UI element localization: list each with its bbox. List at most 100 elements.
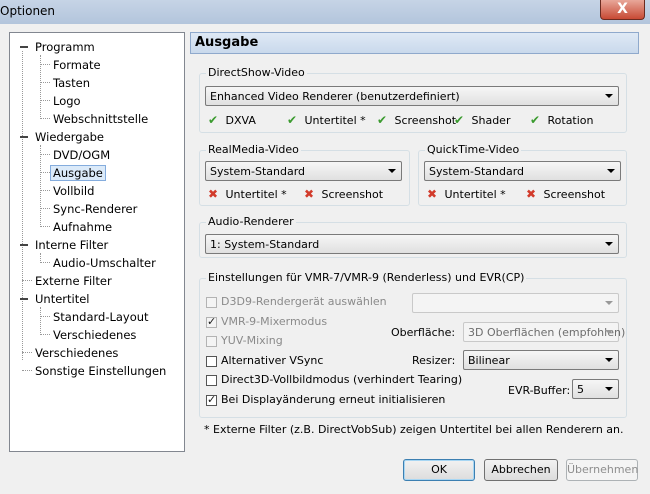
audio-renderer-group: Audio-Renderer 1: System-Standard [199,215,627,258]
close-icon: X [617,1,628,17]
audio-renderer-group-label: Audio-Renderer [206,215,296,228]
check-icon: ✔ [530,113,541,127]
feature-label: Rotation [547,114,594,127]
collapse-icon[interactable] [20,43,28,51]
feature-rotation: ✔ Rotation [530,113,594,127]
d3d9-device-select[interactable] [412,293,619,313]
evr-buffer-value: 5 [577,383,584,396]
resizer-value: Bilinear [468,354,510,367]
tree-item-standard-layout[interactable]: Standard-Layout [53,309,149,325]
tree-item-untertitel-verschiedenes[interactable]: Verschiedenes [53,327,136,343]
cancel-button[interactable]: Abbrechen [484,459,558,481]
feature-label: Untertitel * [225,188,287,201]
collapse-icon[interactable] [20,133,28,141]
feature-label: Screenshot [321,188,384,201]
title-bar: Optionen X [0,0,650,24]
vmr-settings-group-label: Einstellungen für VMR-7/VMR-9 (Renderles… [206,271,527,284]
chevron-down-icon [388,169,396,173]
feature-screenshot: ✔ Screenshot [377,113,456,127]
page-header: Ausgabe [190,32,639,54]
feature-label: DXVA [225,114,256,127]
quicktime-feature-screenshot: ✖ Screenshot [526,187,605,201]
chevron-down-icon [607,169,615,173]
cross-icon: ✖ [526,187,537,201]
window-title: Optionen [0,4,56,18]
resizer-label: Resizer: [412,354,456,367]
cross-icon: ✖ [208,187,219,201]
vmr-settings-group: Einstellungen für VMR-7/VMR-9 (Renderles… [199,271,627,418]
surface-value: 3D Oberflächen (empfohlen) [468,326,626,339]
tree-item-formate[interactable]: Formate [53,57,101,73]
ok-button[interactable]: OK [403,459,475,481]
chevron-down-icon [605,358,613,362]
chevron-down-icon [605,330,613,334]
surface-label: Oberfläche: [391,326,456,339]
collapse-icon[interactable] [20,295,28,303]
close-button[interactable]: X [600,0,645,20]
tree-item-verschiedenes[interactable]: Verschiedenes [35,345,118,361]
tree-item-vollbild[interactable]: Vollbild [53,183,94,199]
audio-renderer-select[interactable]: 1: System-Standard [205,234,619,254]
collapse-icon[interactable] [20,241,28,249]
tree-item-logo[interactable]: Logo [53,93,81,109]
quicktime-renderer-select[interactable]: System-Standard [424,161,621,181]
tree-item-webschnittstelle[interactable]: Webschnittstelle [53,111,148,127]
quicktime-group-label: QuickTime-Video [425,143,522,156]
tree-item-ausgabe[interactable]: Ausgabe [50,165,106,181]
apply-button[interactable]: Übernehmen [566,459,638,481]
alt-vsync-label: Alternativer VSync [221,354,324,367]
settings-page: Ausgabe DirectShow-Video Enhanced Video … [190,32,641,454]
checkbox-box [206,336,217,347]
checkbox-box [206,356,217,367]
tree-item-audio-umschalter[interactable]: Audio-Umschalter [53,255,156,271]
cross-icon: ✖ [304,187,315,201]
quicktime-renderer-value: System-Standard [429,165,525,178]
realmedia-feature-untertitel: ✖ Untertitel * [208,187,287,201]
tree-item-dvd-ogm[interactable]: DVD/OGM [53,147,110,163]
tree-item-interne-filter[interactable]: Interne Filter [20,237,108,253]
tree-item-tasten[interactable]: Tasten [53,75,90,91]
vmr9-mixer-label: VMR-9-Mixermodus [221,315,328,328]
check-icon: ✔ [208,113,219,127]
tree-item-wiedergabe[interactable]: Wiedergabe [20,129,104,145]
checkbox-box [206,393,217,406]
checkbox-box [206,297,217,308]
tree-item-programm[interactable]: Programm [20,39,95,55]
tree-item-externe-filter[interactable]: Externe Filter [35,273,112,289]
dialog-client: Programm Formate Tasten Logo Webschnitts… [7,29,643,487]
tree-item-label-selected: Ausgabe [50,165,106,181]
checkbox-box [206,375,217,386]
check-icon: ✔ [454,113,465,127]
realmedia-renderer-select[interactable]: System-Standard [205,161,402,181]
directshow-renderer-select[interactable]: Enhanced Video Renderer (benutzerdefinie… [205,86,619,106]
footnote: * Externe Filter (z.B. DirectVobSub) zei… [204,423,624,436]
reinit-label: Bei Displayänderung erneut initialisiere… [221,393,446,406]
feature-label: Untertitel * [444,188,506,201]
page-title: Ausgabe [195,35,259,50]
realmedia-feature-screenshot: ✖ Screenshot [304,187,383,201]
tree-line [22,51,23,360]
chevron-down-icon [605,387,613,391]
tree-item-label: Programm [35,40,95,54]
tree-item-untertitel[interactable]: Untertitel [20,291,90,307]
tree-item-sync-renderer[interactable]: Sync-Renderer [53,201,137,217]
tree-item-aufnahme[interactable]: Aufnahme [53,219,112,235]
directshow-renderer-value: Enhanced Video Renderer (benutzerdefinie… [210,90,460,103]
surface-select[interactable]: 3D Oberflächen (empfohlen) [463,322,625,342]
d3d9-device-label: D3D9-Rendergerät auswählen [221,295,387,308]
realmedia-group: RealMedia-Video System-Standard ✖ Untert… [199,143,410,206]
chevron-down-icon [605,94,613,98]
tree-item-sonstige-einstellungen[interactable]: Sonstige Einstellungen [35,363,166,379]
quicktime-group: QuickTime-Video System-Standard ✖ Untert… [418,143,627,206]
evr-buffer-label: EVR-Buffer: [508,384,571,397]
check-icon: ✔ [377,113,388,127]
directshow-group-label: DirectShow-Video [206,66,307,79]
feature-shader: ✔ Shader [454,113,510,127]
resizer-select[interactable]: Bilinear [463,350,619,370]
audio-renderer-value: 1: System-Standard [210,238,320,251]
check-icon: ✔ [287,113,298,127]
d3d-fullscreen-label: Direct3D-Vollbildmodus (verhindert Teari… [221,373,463,386]
feature-label: Shader [471,114,511,127]
evr-buffer-select[interactable]: 5 [572,379,619,399]
realmedia-renderer-value: System-Standard [210,165,306,178]
